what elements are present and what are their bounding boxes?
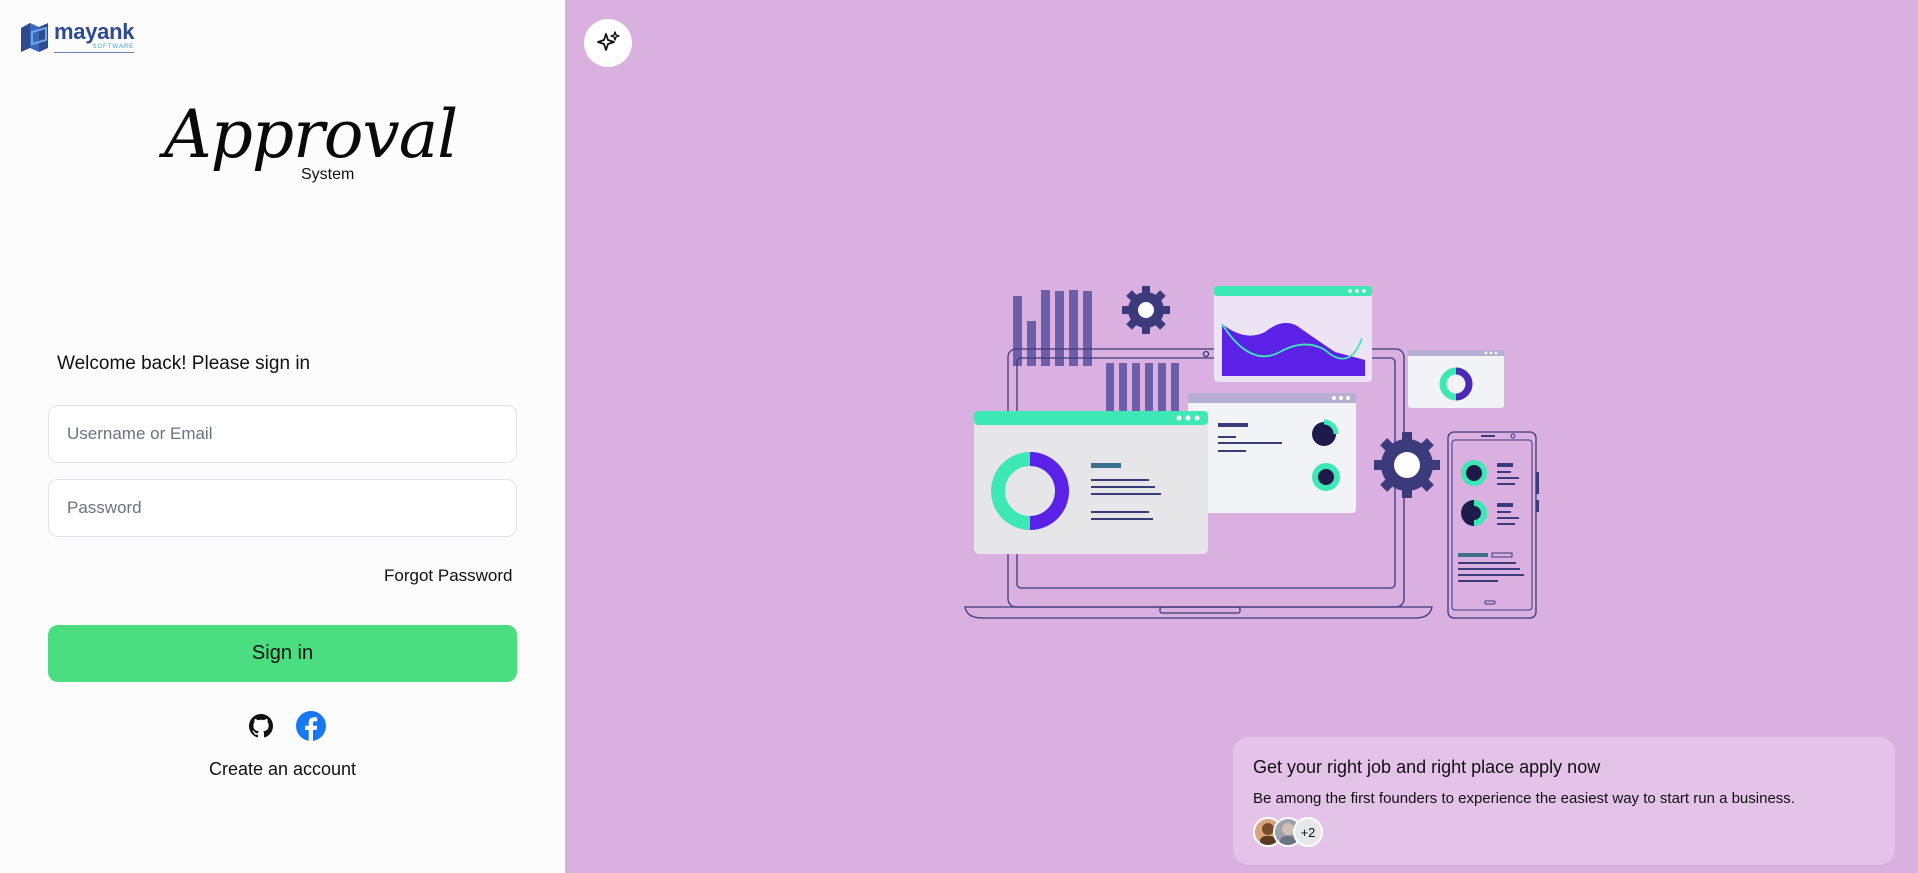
bar-chart-graphic xyxy=(1013,290,1092,366)
login-panel: mayank SOFTWARE Approval System Welcome … xyxy=(0,0,565,873)
dashboard-illustration xyxy=(964,286,1539,619)
company-logo-mark-icon xyxy=(21,23,48,52)
donut-widget-small xyxy=(1408,350,1504,408)
social-login xyxy=(245,710,327,742)
password-input[interactable] xyxy=(49,480,516,536)
facebook-login-button[interactable] xyxy=(295,710,327,742)
facebook-icon xyxy=(296,711,326,741)
promo-title: Get your right job and right place apply… xyxy=(1253,757,1601,777)
app-logo: Approval System xyxy=(160,96,458,196)
create-account-link[interactable]: Create an account xyxy=(0,759,565,780)
forgot-password-link[interactable]: Forgot Password xyxy=(384,566,513,586)
large-gear-icon xyxy=(1374,432,1440,498)
company-logo: mayank SOFTWARE xyxy=(18,18,134,56)
company-tagline: SOFTWARE xyxy=(92,44,135,50)
phone-graphic xyxy=(1447,431,1539,619)
promo-subtitle: Be among the first founders to experienc… xyxy=(1253,790,1795,807)
github-icon xyxy=(249,714,273,738)
username-field-wrapper xyxy=(48,405,517,463)
donut-chart-window xyxy=(974,411,1208,554)
github-login-button[interactable] xyxy=(245,710,277,742)
promo-card: Get your right job and right place apply… xyxy=(1233,737,1895,865)
password-field-wrapper xyxy=(48,479,517,537)
avatar-more-count: +2 xyxy=(1293,817,1323,847)
gear-icon xyxy=(1122,286,1170,334)
metrics-window xyxy=(1188,393,1356,513)
avatar-group: +2 xyxy=(1253,817,1875,847)
welcome-heading: Welcome back! Please sign in xyxy=(57,353,311,374)
area-chart-window xyxy=(1214,286,1372,382)
username-input[interactable] xyxy=(49,406,516,462)
sparkle-button[interactable] xyxy=(584,19,632,67)
company-name: mayank xyxy=(54,19,135,44)
sparkle-icon xyxy=(597,31,620,51)
sign-in-button[interactable]: Sign in xyxy=(48,625,517,682)
app-logo-script: Approval xyxy=(164,96,458,173)
app-logo-subtitle: System xyxy=(301,166,355,183)
